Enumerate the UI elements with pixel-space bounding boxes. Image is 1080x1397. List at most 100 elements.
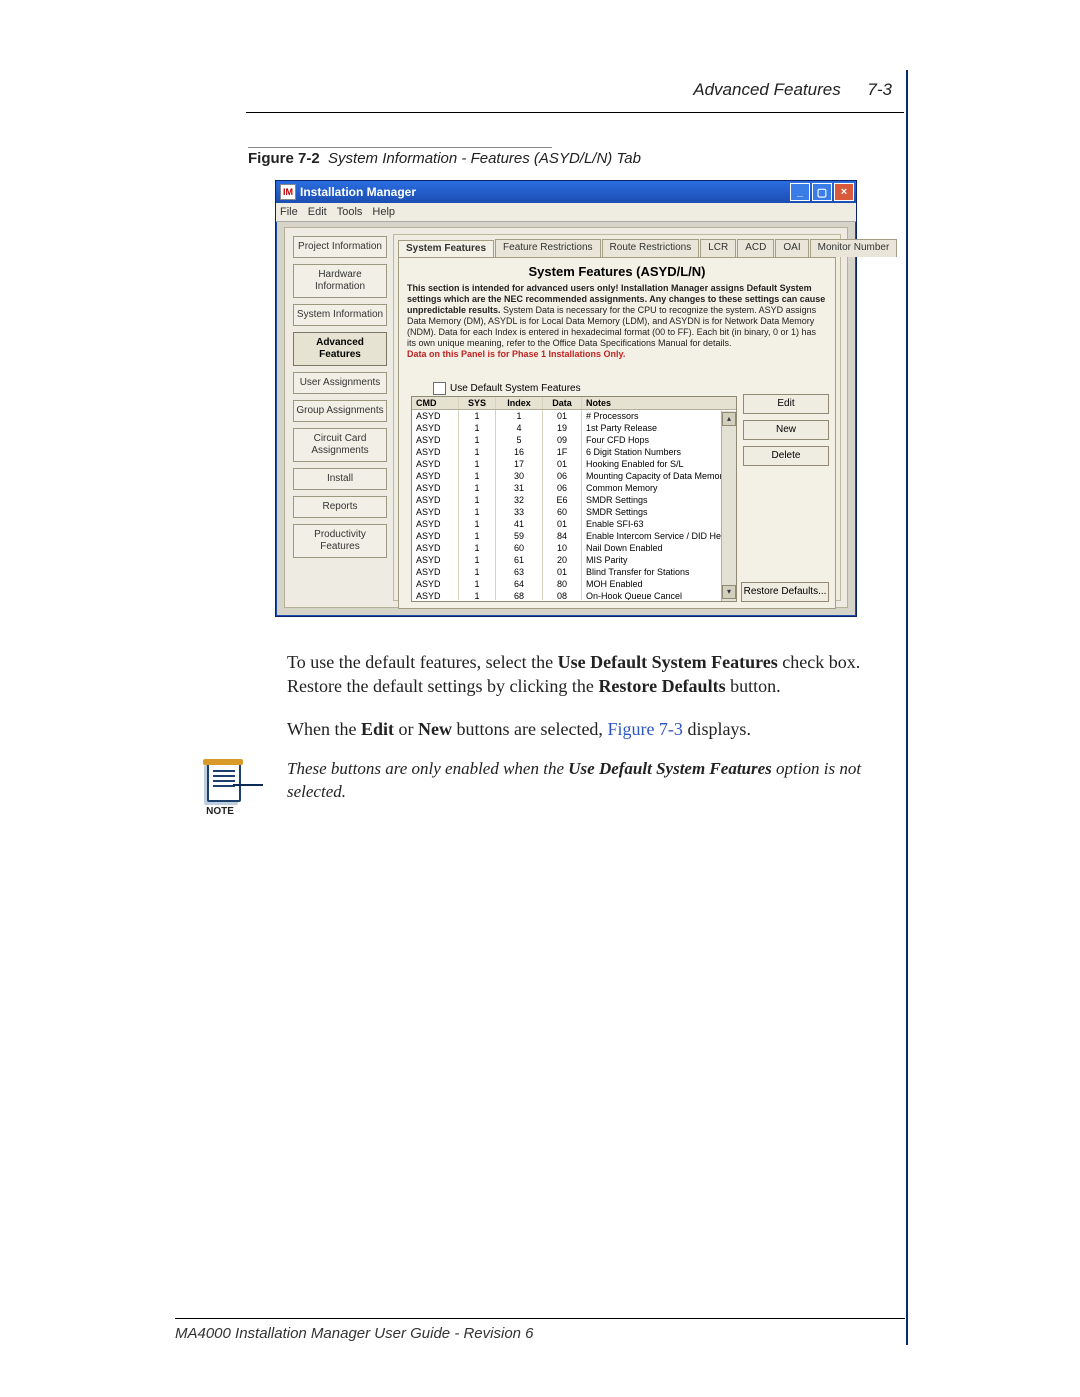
cell: 1 (459, 530, 496, 542)
close-button[interactable]: × (834, 183, 854, 201)
col-sys[interactable]: SYS (459, 397, 496, 409)
sidebar-item-group-assignments[interactable]: Group Assignments (293, 400, 387, 422)
app-icon: IM (280, 184, 296, 200)
cell: 60 (496, 542, 543, 554)
table-row[interactable]: ASYD14191st Party Release (412, 422, 736, 434)
sidebar-item-system-information[interactable]: System Information (293, 304, 387, 326)
sidebar-item-circuit-card-assignments[interactable]: Circuit Card Assignments (293, 428, 387, 462)
table-row[interactable]: ASYD13006Mounting Capacity of Data Memor… (412, 470, 736, 482)
table-row[interactable]: ASYD11701Hooking Enabled for S/L (412, 458, 736, 470)
tab-monitor-number[interactable]: Monitor Number (810, 239, 898, 257)
table-row[interactable]: ASYD15984Enable Intercom Service / DID H… (412, 530, 736, 542)
sidebar-item-install[interactable]: Install (293, 468, 387, 490)
cell: 60 (543, 506, 582, 518)
table-row[interactable]: ASYD1161F6 Digit Station Numbers (412, 446, 736, 458)
body-text: To use the default features, select the … (287, 650, 900, 759)
cell: 1 (459, 434, 496, 446)
sidebar-item-user-assignments[interactable]: User Assignments (293, 372, 387, 394)
tab-feature-restrictions[interactable]: Feature Restrictions (495, 239, 600, 257)
cell: 31 (496, 482, 543, 494)
table-row[interactable]: ASYD16120MIS Parity (412, 554, 736, 566)
col-notes[interactable]: Notes (582, 397, 736, 409)
maximize-button[interactable]: ▢ (812, 183, 832, 201)
grid-scrollbar[interactable]: ▴ ▾ (721, 411, 736, 601)
menu-help[interactable]: Help (372, 206, 395, 218)
menu-file[interactable]: File (280, 206, 298, 218)
note-block: NOTE (185, 758, 255, 817)
cell: 1 (459, 410, 496, 422)
scroll-up-icon[interactable]: ▴ (722, 412, 736, 426)
cell: 41 (496, 518, 543, 530)
table-row[interactable]: ASYD16480MOH Enabled (412, 578, 736, 590)
sidebar-item-reports[interactable]: Reports (293, 496, 387, 518)
window-titlebar[interactable]: IM Installation Manager _ ▢ × (276, 181, 856, 203)
cell: ASYD (412, 446, 459, 458)
figure-reference-link[interactable]: Figure 7-3 (607, 719, 683, 739)
cell: ASYD (412, 506, 459, 518)
cell: ASYD (412, 518, 459, 530)
cell: 1 (459, 422, 496, 434)
table-row[interactable]: ASYD13360SMDR Settings (412, 506, 736, 518)
sidebar-item-productivity-features[interactable]: Productivity Features (293, 524, 387, 558)
new-button[interactable]: New (743, 420, 829, 440)
cell: 09 (543, 434, 582, 446)
action-buttons: Edit New Delete (743, 394, 829, 466)
col-data[interactable]: Data (543, 397, 582, 409)
cell: 32 (496, 494, 543, 506)
cell: ASYD (412, 554, 459, 566)
cell: ASYD (412, 434, 459, 446)
cell: ASYD (412, 410, 459, 422)
sidebar-item-hardware-information[interactable]: Hardware Information (293, 264, 387, 298)
desc-warning: Data on this Panel is for Phase 1 Instal… (407, 349, 625, 359)
page-footer: MA4000 Installation Manager User Guide -… (175, 1318, 905, 1342)
restore-defaults-button[interactable]: Restore Defaults... (741, 582, 829, 602)
table-row[interactable]: ASYD14101Enable SFI-63 (412, 518, 736, 530)
table-row[interactable]: ASYD16808On-Hook Queue Cancel (412, 590, 736, 600)
margin-rule (906, 70, 908, 1345)
note-icon (199, 758, 241, 800)
table-row[interactable]: ASYD132E6SMDR Settings (412, 494, 736, 506)
cell: 64 (496, 578, 543, 590)
tab-system-features[interactable]: System Features (398, 240, 494, 258)
cell: Blind Transfer for Stations (582, 566, 736, 578)
delete-button[interactable]: Delete (743, 446, 829, 466)
header-page: 7-3 (867, 80, 892, 99)
checkbox-icon[interactable] (433, 382, 446, 395)
figure-caption: Figure 7-2 System Information - Features… (248, 150, 641, 167)
col-index[interactable]: Index (496, 397, 543, 409)
table-row[interactable]: ASYD16010Nail Down Enabled (412, 542, 736, 554)
panel-description: This section is intended for advanced us… (407, 283, 827, 360)
tab-oai[interactable]: OAI (775, 239, 808, 257)
cell: 19 (543, 422, 582, 434)
cell: 1 (459, 458, 496, 470)
tab-acd[interactable]: ACD (737, 239, 774, 257)
cell: 59 (496, 530, 543, 542)
cell: 10 (543, 542, 582, 554)
table-row[interactable]: ASYD13106Common Memory (412, 482, 736, 494)
edit-button[interactable]: Edit (743, 394, 829, 414)
table-row[interactable]: ASYD1101# Processors (412, 410, 736, 422)
sidebar-item-advanced-features[interactable]: Advanced Features (293, 332, 387, 366)
menu-tools[interactable]: Tools (337, 206, 363, 218)
cell: 01 (543, 518, 582, 530)
figure-title: System Information - Features (ASYD/L/N)… (328, 150, 641, 167)
cell: 1F (543, 446, 582, 458)
scroll-down-icon[interactable]: ▾ (722, 585, 736, 599)
cell: E6 (543, 494, 582, 506)
cell: SMDR Settings (582, 506, 736, 518)
cell: 6 Digit Station Numbers (582, 446, 736, 458)
cell: MOH Enabled (582, 578, 736, 590)
cell: 06 (543, 482, 582, 494)
minimize-button[interactable]: _ (790, 183, 810, 201)
cell: Four CFD Hops (582, 434, 736, 446)
table-row[interactable]: ASYD1509Four CFD Hops (412, 434, 736, 446)
cell: 1 (459, 518, 496, 530)
col-cmd[interactable]: CMD (412, 397, 459, 409)
table-row[interactable]: ASYD16301Blind Transfer for Stations (412, 566, 736, 578)
sidebar-item-project-information[interactable]: Project Information (293, 236, 387, 258)
tab-lcr[interactable]: LCR (700, 239, 736, 257)
menu-edit[interactable]: Edit (308, 206, 327, 218)
cell: 1 (459, 542, 496, 554)
tab-route-restrictions[interactable]: Route Restrictions (602, 239, 700, 257)
cell: 30 (496, 470, 543, 482)
